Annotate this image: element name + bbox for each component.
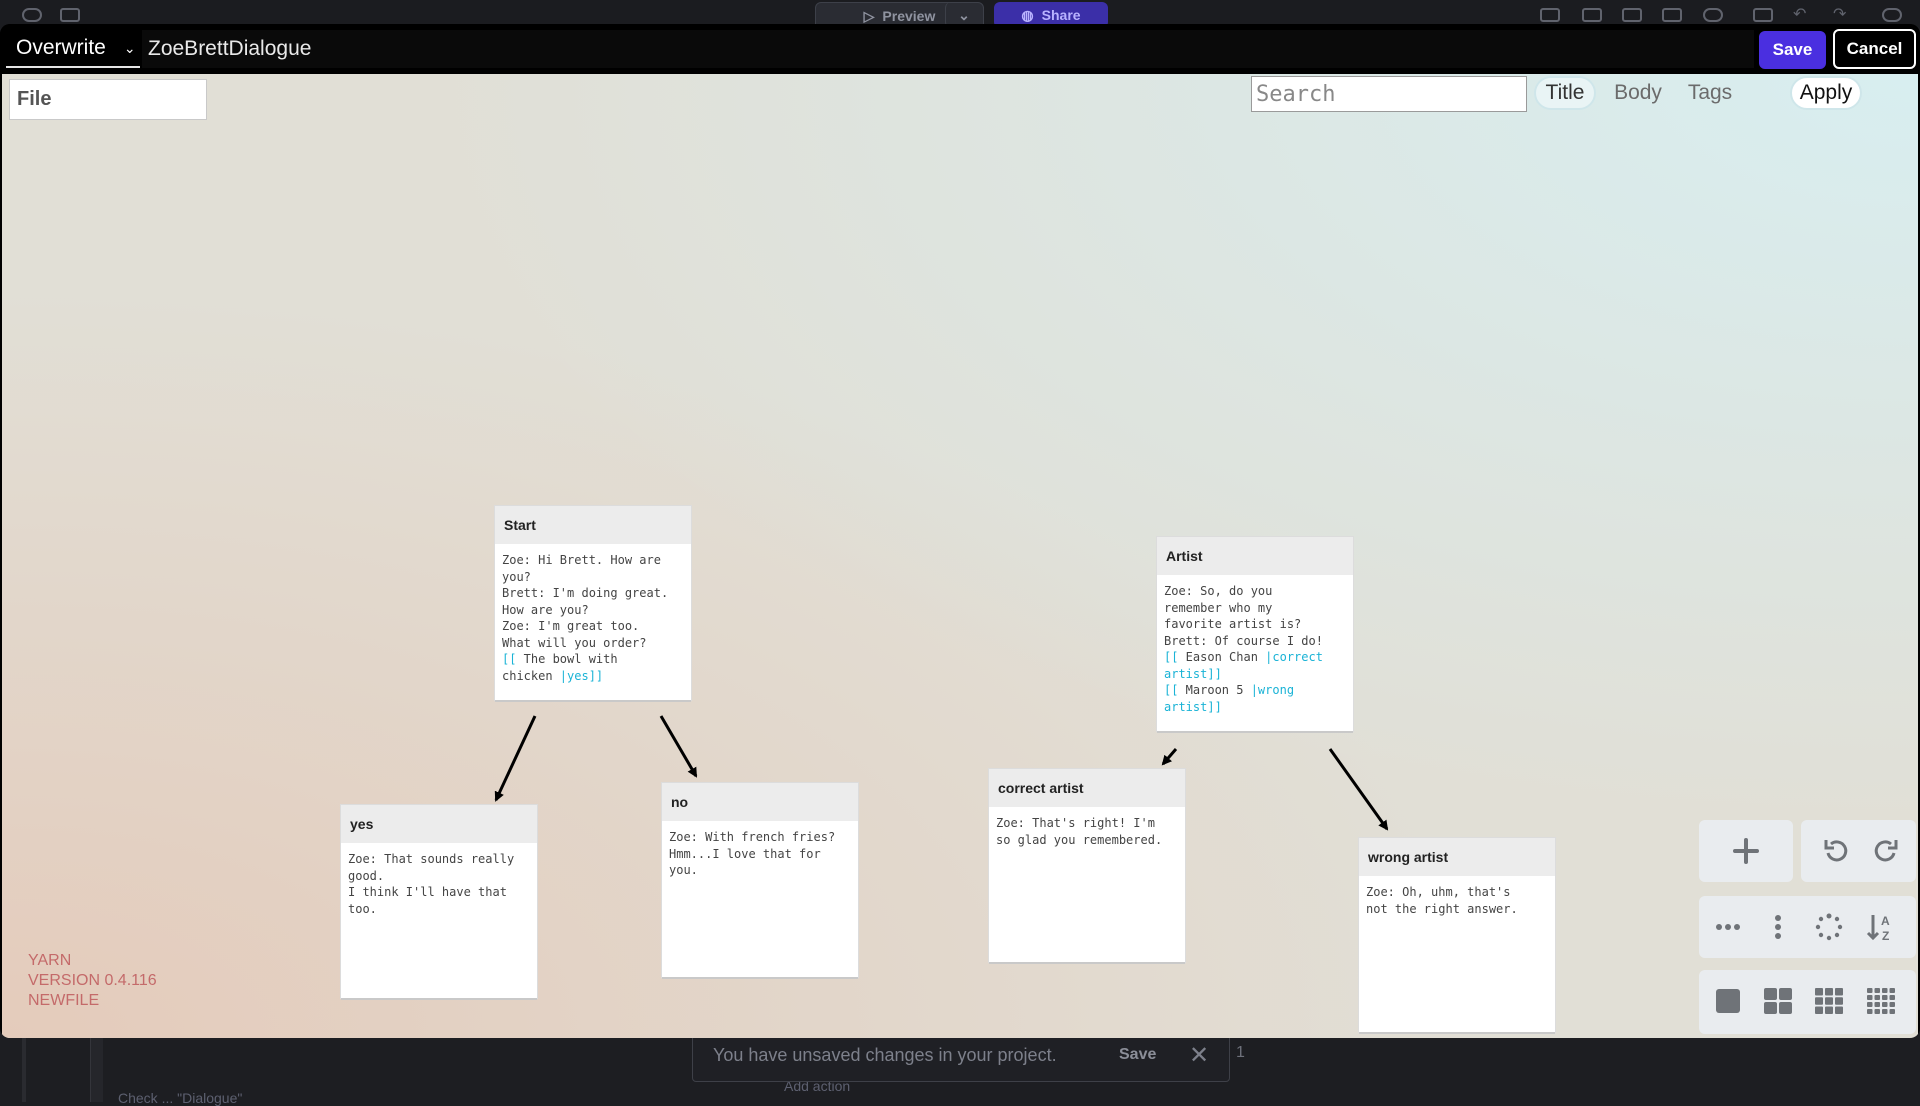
link-text: Maroon 5 <box>1178 683 1251 697</box>
layout-group <box>1699 970 1916 1034</box>
link-open: [[ <box>1164 683 1179 697</box>
node-connections <box>494 715 1389 831</box>
node-canvas[interactable]: File Search Title Body Tags Apply Start … <box>2 74 1918 1038</box>
node-title: yes <box>341 805 537 843</box>
svg-text:Z: Z <box>1882 929 1889 942</box>
apply-button[interactable]: Apply <box>1790 76 1862 110</box>
grid-1-icon[interactable] <box>1713 986 1743 1016</box>
node-body-text: Zoe: So, do you remember who my favorite… <box>1164 584 1323 648</box>
arrow-artist-to-wrong <box>1328 748 1389 831</box>
loading-icon[interactable] <box>1814 912 1844 942</box>
history-group <box>1801 820 1916 882</box>
app-version: VERSION 0.4.116 <box>28 972 157 989</box>
code-fragment-2: Check ... "Dialogue" <box>118 1090 243 1106</box>
more-vertical-icon[interactable] <box>1763 912 1793 942</box>
node-wrong-artist[interactable]: wrong artist Zoe: Oh, uhm, that's not th… <box>1359 838 1555 1032</box>
grid-2-icon[interactable] <box>1763 986 1793 1016</box>
add-circle-icon[interactable] <box>1703 8 1723 22</box>
filter-tags-toggle[interactable]: Tags <box>1682 76 1738 110</box>
plus-icon[interactable] <box>1731 836 1761 866</box>
node-no[interactable]: no Zoe: With french fries? Hmm...I love … <box>662 783 858 977</box>
redo-background-icon[interactable]: ↷ <box>1833 4 1853 23</box>
version-info: YARN VERSION 0.4.116 NEWFILE <box>28 951 157 1011</box>
close-icon[interactable]: ✕ <box>1189 1041 1209 1070</box>
save-button[interactable]: Save <box>1759 31 1826 69</box>
filter-body-toggle[interactable]: Body <box>1610 76 1666 110</box>
chevron-down-icon: ⌄ <box>958 6 970 23</box>
file-menu-input[interactable]: File <box>9 79 207 120</box>
node-body: Zoe: With french fries? Hmm...I love tha… <box>669 830 836 877</box>
svg-text:A: A <box>1881 914 1890 928</box>
node-body-text: Zoe: Hi Brett. How are you? Brett: I'm d… <box>502 553 669 650</box>
layout-icon-2[interactable] <box>1582 8 1602 22</box>
add-node-group <box>1699 820 1793 882</box>
node-title: no <box>662 783 858 821</box>
node-title: correct artist <box>989 769 1185 807</box>
layout-icon-3[interactable] <box>1622 8 1642 22</box>
node-correct-artist[interactable]: correct artist Zoe: That's right! I'm so… <box>989 769 1185 962</box>
node-title: Start <box>495 506 691 544</box>
redo-icon[interactable] <box>1871 836 1901 866</box>
node-start[interactable]: Start Zoe: Hi Brett. How are you? Brett:… <box>495 506 691 700</box>
node-body: Zoe: That sounds really good. I think I'… <box>348 852 515 916</box>
arrow-start-to-yes <box>494 715 537 802</box>
chevron-down-icon: ⌄ <box>123 39 136 56</box>
layout-icon[interactable] <box>1540 8 1560 22</box>
grid-3-icon[interactable] <box>1814 986 1844 1016</box>
cancel-button[interactable]: Cancel <box>1833 29 1916 69</box>
more-horizontal-icon[interactable] <box>1713 912 1743 942</box>
node-body: Zoe: So, do you remember who my favorite… <box>1157 575 1353 731</box>
mode-select-value: Overwrite <box>16 36 106 59</box>
search-input[interactable]: Search <box>1251 76 1527 112</box>
share-label: Share <box>1041 7 1081 23</box>
node-body: Zoe: Hi Brett. How are you? Brett: I'm d… <box>495 544 691 700</box>
save-file-icon[interactable] <box>60 8 80 22</box>
sidebar-rail <box>22 1038 26 1102</box>
toast-count: 1 <box>1236 1044 1245 1061</box>
editor-toolbar: Overwrite ⌄ Save Cancel <box>0 24 1920 74</box>
search-icon[interactable] <box>1882 8 1902 22</box>
editor-gutter <box>90 1038 103 1102</box>
toast-save-button[interactable]: Save <box>1119 1046 1156 1064</box>
filter-title-toggle[interactable]: Title <box>1534 76 1596 110</box>
node-artist[interactable]: Artist Zoe: So, do you remember who my f… <box>1157 537 1353 731</box>
filename-input[interactable] <box>142 30 1754 68</box>
link-open: [[ <box>502 652 517 666</box>
sort-az-icon[interactable]: AZ <box>1866 912 1896 942</box>
globe-icon: ◍ <box>1021 6 1034 23</box>
yarn-editor-modal: Overwrite ⌄ Save Cancel File Search Titl… <box>0 24 1920 1038</box>
arrange-group: AZ <box>1699 896 1916 958</box>
node-body: Zoe: Oh, uhm, that's not the right answe… <box>1366 885 1518 916</box>
grid-4-icon[interactable] <box>1866 986 1896 1016</box>
node-title: Artist <box>1157 537 1353 575</box>
link-target: |yes]] <box>559 668 604 683</box>
undo-background-icon[interactable]: ↶ <box>1793 4 1813 23</box>
arrow-artist-to-correct <box>1161 748 1178 766</box>
app-name: YARN <box>28 952 72 969</box>
trash-icon[interactable] <box>1753 8 1773 22</box>
toast-message: You have unsaved changes in your project… <box>713 1044 1057 1065</box>
node-yes[interactable]: yes Zoe: That sounds really good. I thin… <box>341 805 537 998</box>
link-text: Eason Chan <box>1178 650 1266 664</box>
window-icon[interactable] <box>1662 8 1682 22</box>
preview-label: Preview <box>882 8 936 24</box>
history-icon[interactable] <box>22 8 42 22</box>
file-status: NEWFILE <box>28 992 100 1009</box>
undo-icon[interactable] <box>1821 836 1851 866</box>
node-body: Zoe: That's right! I'm so glad you remem… <box>996 816 1163 847</box>
play-icon: ▷ <box>863 7 875 24</box>
link-open: [[ <box>1164 650 1179 664</box>
mode-select[interactable]: Overwrite ⌄ <box>6 30 140 68</box>
node-title: wrong artist <box>1359 838 1555 876</box>
arrow-start-to-no <box>659 715 698 778</box>
